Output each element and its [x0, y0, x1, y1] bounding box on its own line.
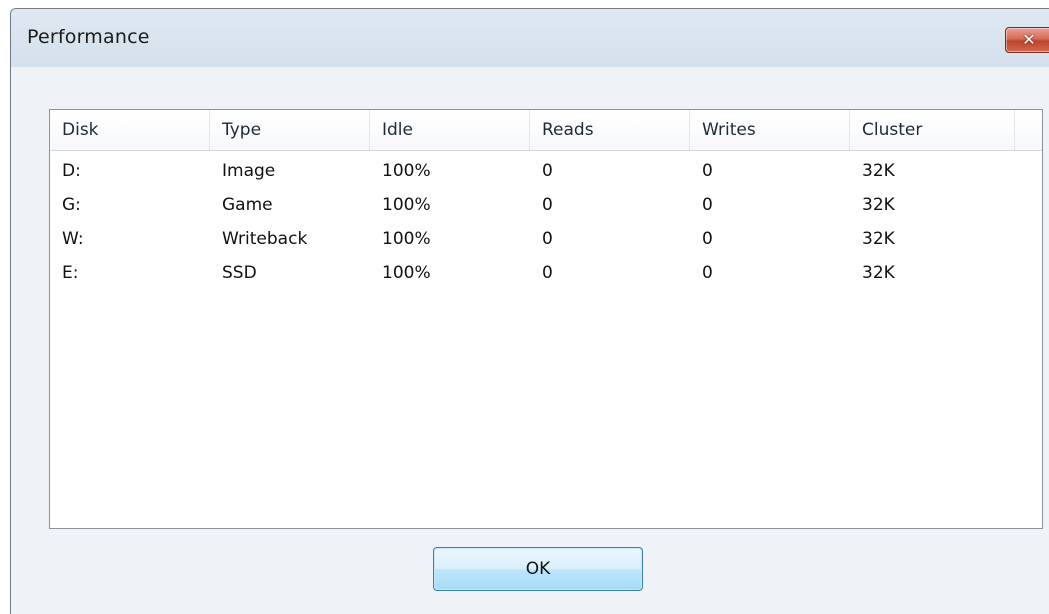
cell-cluster: 32K	[862, 229, 895, 249]
close-icon: ✕	[1022, 30, 1036, 49]
cell-writes: 0	[702, 229, 713, 249]
list-header: Disk Type Idle Reads Writes Cluster	[50, 110, 1042, 151]
cell-disk: E:	[62, 263, 79, 283]
column-header-reads[interactable]: Reads	[530, 110, 690, 150]
cell-reads: 0	[542, 263, 553, 283]
window-title: Performance	[27, 26, 150, 48]
cell-idle: 100%	[382, 263, 431, 283]
table-row[interactable]: D: Image 100% 0 0 32K	[50, 154, 1042, 188]
dialog-client-area: Disk Type Idle Reads Writes Cluster D: I…	[11, 67, 1049, 614]
cell-idle: 100%	[382, 229, 431, 249]
column-header-writes[interactable]: Writes	[690, 110, 850, 150]
cell-reads: 0	[542, 229, 553, 249]
cell-writes: 0	[702, 195, 713, 215]
cell-idle: 100%	[382, 195, 431, 215]
cell-writes: 0	[702, 161, 713, 181]
cell-type: Game	[222, 195, 273, 215]
table-row[interactable]: G: Game 100% 0 0 32K	[50, 188, 1042, 222]
title-bar[interactable]: Performance ✕	[11, 9, 1049, 67]
cell-reads: 0	[542, 161, 553, 181]
cell-type: Image	[222, 161, 276, 181]
cell-disk: D:	[62, 161, 81, 181]
table-row[interactable]: W: Writeback 100% 0 0 32K	[50, 222, 1042, 256]
column-header-type[interactable]: Type	[210, 110, 370, 150]
cell-cluster: 32K	[862, 161, 895, 181]
cell-disk: W:	[62, 229, 84, 249]
column-header-cluster[interactable]: Cluster	[850, 110, 1015, 150]
cell-disk: G:	[62, 195, 81, 215]
column-header-disk[interactable]: Disk	[50, 110, 210, 150]
cell-idle: 100%	[382, 161, 431, 181]
cell-cluster: 32K	[862, 195, 895, 215]
table-row[interactable]: E: SSD 100% 0 0 32K	[50, 256, 1042, 290]
cell-type: Writeback	[222, 229, 308, 249]
disk-performance-list[interactable]: Disk Type Idle Reads Writes Cluster D: I…	[49, 109, 1043, 529]
column-header-idle[interactable]: Idle	[370, 110, 530, 150]
cell-cluster: 32K	[862, 263, 895, 283]
cell-writes: 0	[702, 263, 713, 283]
cell-type: SSD	[222, 263, 257, 283]
close-button[interactable]: ✕	[1005, 27, 1049, 53]
ok-button[interactable]: OK	[433, 547, 643, 591]
performance-dialog: Performance ✕ Disk Type Idle Reads Write…	[10, 8, 1049, 614]
cell-reads: 0	[542, 195, 553, 215]
